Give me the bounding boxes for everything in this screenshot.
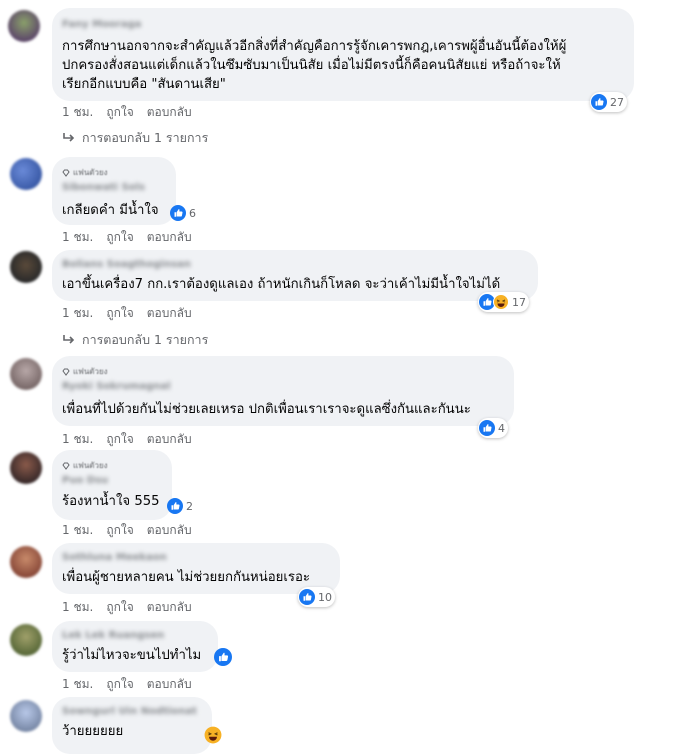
commenter-avatar[interactable] (10, 624, 42, 656)
comment-bubble: แฟนตัวยง Ryoki Sokrumagnal เพื่อนที่ไปด้… (52, 356, 514, 426)
commenter-avatar[interactable] (10, 452, 42, 484)
like-link[interactable]: ถูกใจ (106, 103, 133, 122)
comment-actions: 1 ชม. ถูกใจ ตอบกลับ (62, 521, 192, 540)
comment-text: เพื่อนที่ไปด้วยกันไม่ช่วยเลยเหรอ ปกติเพื… (62, 402, 471, 417)
comment-actions: 1 ชม. ถูกใจ ตอบกลับ (62, 675, 192, 694)
reply-arrow-icon (63, 335, 75, 344)
comment-text: ว้ายยยยยย (62, 724, 124, 739)
comment-text: เกลียดคำ มีน้ำใจ (62, 203, 159, 218)
reaction-summary[interactable]: 27 (590, 92, 627, 112)
fan-badge: แฟนตัวยง (62, 459, 108, 472)
reaction-summary[interactable]: 6 (170, 203, 196, 223)
like-link[interactable]: ถูกใจ (106, 304, 133, 323)
diamond-badge-icon (62, 462, 70, 470)
comment-time[interactable]: 1 ชม. (62, 103, 93, 122)
reaction-summary[interactable]: 17 (478, 292, 529, 312)
comment-time[interactable]: 1 ชม. (62, 304, 93, 323)
comment-text: เอาขึ้นเครื่อง7 กก.เราต้องดูแลเอง ถ้าหนั… (62, 277, 501, 292)
view-replies-link[interactable]: การตอบกลับ 1 รายการ (62, 330, 208, 350)
comment-bubble: Sowngurl Uin Nodtionat ว้ายยยยยย (52, 697, 212, 754)
comment-time[interactable]: 1 ชม. (62, 228, 93, 247)
commenter-name[interactable]: Sowngurl Uin Nodtionat (62, 706, 197, 717)
comment-time[interactable]: 1 ชม. (62, 675, 93, 694)
comment-bubble: Fany Mooraga การศึกษานอกจากจะสำคัญแล้วอี… (52, 8, 634, 101)
reply-link[interactable]: ตอบกลับ (147, 228, 192, 247)
fan-badge: แฟนตัวยง (62, 365, 108, 378)
commenter-avatar[interactable] (10, 158, 42, 190)
commenter-name[interactable]: Bolians Soagthoginsan (62, 259, 191, 270)
comment-text: รู้ว่าไม่ไหวจะขนไปทำไม (62, 648, 202, 663)
reaction-count: 4 (498, 421, 505, 435)
reply-link[interactable]: ตอบกลับ (147, 103, 192, 122)
haha-icon (204, 726, 222, 744)
commenter-avatar[interactable] (10, 251, 42, 283)
commenter-name[interactable]: Sothluna Meekaon (62, 552, 167, 563)
comment-bubble: แฟนตัวยง Sibonwati Sols เกลียดคำ มีน้ำใจ (52, 157, 176, 225)
like-icon (214, 648, 232, 666)
reaction-summary[interactable]: 10 (298, 587, 335, 607)
like-link[interactable]: ถูกใจ (106, 598, 133, 617)
reply-link[interactable]: ตอบกลับ (147, 521, 192, 540)
comment-time[interactable]: 1 ชม. (62, 430, 93, 449)
like-link[interactable]: ถูกใจ (106, 430, 133, 449)
like-link[interactable]: ถูกใจ (106, 675, 133, 694)
haha-icon (493, 294, 509, 310)
like-icon (479, 420, 495, 436)
like-link[interactable]: ถูกใจ (106, 228, 133, 247)
like-icon (591, 94, 607, 110)
like-icon (170, 205, 186, 221)
commenter-name[interactable]: Ryoki Sokrumagnal (62, 381, 171, 392)
reply-link[interactable]: ตอบกลับ (147, 304, 192, 323)
like-link[interactable]: ถูกใจ (106, 521, 133, 540)
comment-text: ร้องหาน้ำใจ 555 (62, 494, 160, 509)
diamond-badge-icon (62, 169, 70, 177)
reply-link[interactable]: ตอบกลับ (147, 675, 192, 694)
view-replies-label: การตอบกลับ 1 รายการ (82, 130, 209, 145)
reaction-count: 27 (610, 95, 624, 109)
reaction-count: 10 (318, 590, 332, 604)
view-replies-label: การตอบกลับ 1 รายการ (82, 332, 209, 347)
commenter-name[interactable]: Fany Mooraga (62, 19, 141, 30)
comment-actions: 1 ชม. ถูกใจ ตอบกลับ (62, 228, 192, 247)
comment-bubble: Sothluna Meekaon เพื่อนผู้ชายหลายคน ไม่ช… (52, 543, 340, 594)
reaction-count: 17 (512, 295, 526, 309)
reply-link[interactable]: ตอบกลับ (147, 598, 192, 617)
reply-link[interactable]: ตอบกลับ (147, 430, 192, 449)
reaction-summary[interactable]: 4 (478, 418, 508, 438)
reply-arrow-icon (63, 133, 75, 142)
comment-text: เพื่อนผู้ชายหลายคน ไม่ช่วยยกกันหน่อยเรอะ (62, 570, 310, 585)
commenter-avatar[interactable] (10, 546, 42, 578)
comment-bubble: แฟนตัวยง Puo Dsu ร้องหาน้ำใจ 555 (52, 450, 172, 520)
commenter-avatar[interactable] (8, 10, 40, 42)
comment-text: การศึกษานอกจากจะสำคัญแล้วอีกสิ่งที่สำคัญ… (62, 39, 567, 92)
diamond-badge-icon (62, 368, 70, 376)
commenter-name[interactable]: Lek Lek Ruangsen (62, 630, 164, 641)
view-replies-link[interactable]: การตอบกลับ 1 รายการ (62, 128, 208, 148)
comment-actions: 1 ชม. ถูกใจ ตอบกลับ (62, 103, 192, 122)
commenter-avatar[interactable] (10, 358, 42, 390)
commenter-avatar[interactable] (10, 700, 42, 732)
commenter-name[interactable]: Puo Dsu (62, 475, 108, 486)
fan-badge: แฟนตัวยง (62, 166, 108, 179)
reaction-summary[interactable] (204, 725, 222, 745)
like-icon (299, 589, 315, 605)
reaction-count: 2 (186, 499, 193, 513)
reaction-summary[interactable] (214, 647, 232, 667)
reaction-count: 6 (189, 206, 196, 220)
comment-time[interactable]: 1 ชม. (62, 521, 93, 540)
comment-bubble: Lek Lek Ruangsen รู้ว่าไม่ไหวจะขนไปทำไม (52, 621, 218, 672)
reaction-summary[interactable]: 2 (167, 496, 193, 516)
comment-actions: 1 ชม. ถูกใจ ตอบกลับ (62, 598, 192, 617)
commenter-name[interactable]: Sibonwati Sols (62, 182, 145, 193)
comment-time[interactable]: 1 ชม. (62, 598, 93, 617)
like-icon (167, 498, 183, 514)
comment-bubble: Bolians Soagthoginsan เอาขึ้นเครื่อง7 กก… (52, 250, 538, 301)
comment-actions: 1 ชม. ถูกใจ ตอบกลับ (62, 430, 192, 449)
comment-actions: 1 ชม. ถูกใจ ตอบกลับ (62, 304, 192, 323)
